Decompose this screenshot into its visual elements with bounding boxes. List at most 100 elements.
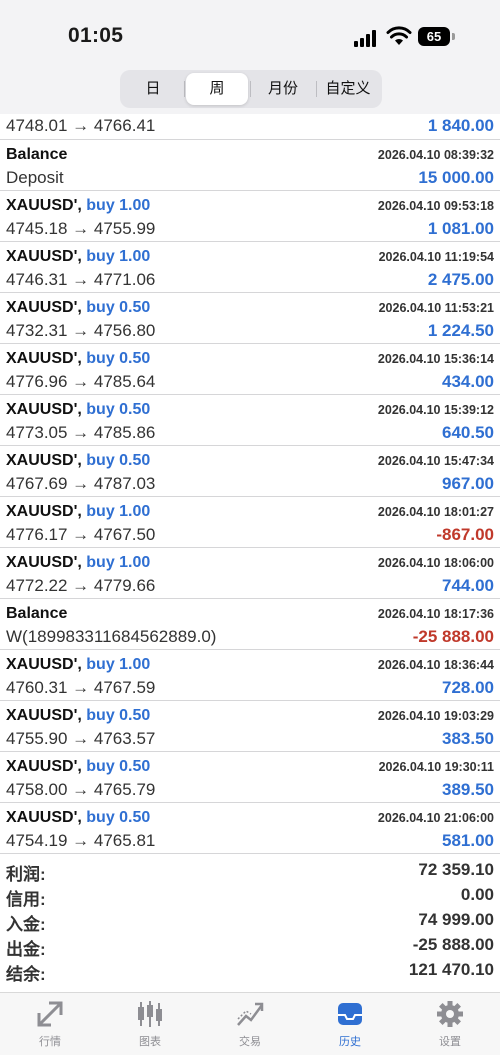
tab-label: 交易 <box>239 1036 261 1048</box>
deal-symbol: XAUUSD', <box>6 554 82 571</box>
deal-price: 4745.18 → 4755.99 <box>6 219 156 238</box>
deal-profit: 383.50 <box>442 729 494 748</box>
deal-time: 2026.04.10 09:53:18 <box>377 199 494 213</box>
deal-row[interactable]: XAUUSD', buy 1.00 2026.04.10 18:01:27 4776… <box>0 497 500 548</box>
period-tab-week[interactable]: 周 <box>186 73 248 105</box>
deal-row[interactable]: Balance 2026.04.10 08:39:32 Deposit 15 000.… <box>0 140 500 191</box>
deal-row[interactable]: XAUUSD', buy 0.50 2026.04.10 15:47:34 4767… <box>0 446 500 497</box>
summary-label: 信用: <box>6 890 46 909</box>
period-tab-month[interactable]: 月份 <box>252 73 314 105</box>
deal-title: XAUUSD', buy 1.00 <box>6 248 150 266</box>
period-tab-custom[interactable]: 自定义 <box>318 73 378 105</box>
deal-price: 4760.31 → 4767.59 <box>6 678 156 697</box>
deal-row[interactable]: XAUUSD', buy 1.00 2026.04.10 18:36:44 4760… <box>0 650 500 701</box>
deal-row[interactable]: XAUUSD', buy 1.00 2026.04.10 18:06:00 4772… <box>0 548 500 599</box>
deal-side: buy 0.50 <box>86 452 151 469</box>
tab-charts[interactable]: 图表 <box>100 993 200 1055</box>
summary-label: 入金: <box>6 915 46 934</box>
battery-icon: 65 <box>418 27 456 46</box>
deal-profit: 744.00 <box>442 576 494 595</box>
deal-profit: 581.00 <box>442 831 494 850</box>
deal-profit: -25 888.00 <box>412 627 494 646</box>
deal-title: XAUUSD', buy 1.00 <box>6 503 150 521</box>
deal-side: buy 0.50 <box>86 809 151 826</box>
deal-row[interactable]: Balance 2026.04.10 18:17:36 W(189983311684… <box>0 599 500 650</box>
deal-row[interactable]: XAUUSD', buy 0.50 2026.04.10 15:39:12 4773… <box>0 395 500 446</box>
status-bar: 01:05 65 <box>0 0 500 70</box>
tab-quotes[interactable]: 行情 <box>0 993 100 1055</box>
tab-trade[interactable]: 交易 <box>200 993 300 1055</box>
deal-profit: 15 000.00 <box>418 168 494 187</box>
summary-value: 121 470.10 <box>408 960 494 979</box>
gear-icon <box>437 1001 463 1027</box>
deal-title: Balance <box>6 605 67 623</box>
deal-price: 4776.17 → 4767.50 <box>6 525 156 544</box>
deal-symbol: XAUUSD', <box>6 452 82 469</box>
deal-time: 2026.04.10 18:06:00 <box>377 556 494 570</box>
deal-row[interactable]: XAUUSD', buy 0.50 2026.04.10 19:03:29 4755… <box>0 701 500 752</box>
deal-title: XAUUSD', buy 1.00 <box>6 554 150 572</box>
summary-label: 结余: <box>6 965 46 984</box>
deal-title: XAUUSD', buy 1.00 <box>6 656 150 674</box>
tab-history[interactable]: 历史 <box>300 993 400 1055</box>
deal-title: XAUUSD', buy 0.50 <box>6 758 150 776</box>
deal-side: buy 1.00 <box>86 503 151 520</box>
deal-title: XAUUSD', buy 0.50 <box>6 401 150 419</box>
deal-price: 4772.22 → 4779.66 <box>6 576 156 595</box>
deal-time: 2026.04.10 18:36:44 <box>377 658 494 672</box>
deal-profit: 2 475.00 <box>427 270 494 289</box>
deal-symbol: Balance <box>6 605 68 622</box>
deal-title: Balance <box>6 146 67 164</box>
summary-row: 结余: 121 470.10 <box>0 960 500 984</box>
deal-symbol: XAUUSD', <box>6 350 82 367</box>
period-tab-day[interactable]: 日 <box>124 73 182 105</box>
deal-side: buy 0.50 <box>86 707 151 724</box>
deal-price: 4748.01 → 4766.41 <box>6 116 156 135</box>
deal-title: XAUUSD', buy 0.50 <box>6 452 150 470</box>
tab-settings[interactable]: 设置 <box>400 993 500 1055</box>
summary-value: 74 999.00 <box>418 910 494 929</box>
deal-row[interactable]: 4748.01 → 4766.41 1 840.00 <box>0 114 500 140</box>
summary-value: 0.00 <box>460 885 494 904</box>
segment-divider <box>316 81 317 97</box>
deal-side: buy 0.50 <box>86 758 151 775</box>
deal-profit: -867.00 <box>436 525 494 544</box>
deal-symbol: XAUUSD', <box>6 401 82 418</box>
segment-divider <box>184 81 185 97</box>
deal-symbol: XAUUSD', <box>6 197 82 214</box>
deal-price: 4776.96 → 4785.64 <box>6 372 156 391</box>
deal-side: buy 1.00 <box>86 554 151 571</box>
deal-price: 4755.90 → 4763.57 <box>6 729 156 748</box>
deal-time: 2026.04.10 18:01:27 <box>377 505 494 519</box>
deal-time: 2026.04.10 15:47:34 <box>377 454 494 468</box>
deal-row[interactable]: XAUUSD', buy 1.00 2026.04.10 09:53:18 4745… <box>0 191 500 242</box>
summary-label: 出金: <box>6 940 46 959</box>
tab-label: 图表 <box>139 1036 161 1048</box>
period-selector-area: 日 周 月份 自定义 <box>0 70 500 114</box>
deal-row[interactable]: XAUUSD', buy 1.00 2026.04.10 11:19:54 4746… <box>0 242 500 293</box>
deal-side: buy 1.00 <box>86 656 151 673</box>
deal-side: buy 0.50 <box>86 350 151 367</box>
deal-symbol: XAUUSD', <box>6 758 82 775</box>
deal-symbol: XAUUSD', <box>6 809 82 826</box>
cellular-signal-icon <box>354 29 380 47</box>
deal-row[interactable]: XAUUSD', buy 0.50 2026.04.10 21:06:00 4754… <box>0 803 500 854</box>
deal-row[interactable]: XAUUSD', buy 0.50 2026.04.10 19:30:11 4758… <box>0 752 500 803</box>
chart-candles-icon <box>138 1001 162 1027</box>
summary-row: 出金: -25 888.00 <box>0 935 500 959</box>
tab-label: 行情 <box>39 1036 61 1048</box>
deal-row[interactable]: XAUUSD', buy 0.50 2026.04.10 15:36:14 4776… <box>0 344 500 395</box>
deal-profit: 434.00 <box>442 372 494 391</box>
deal-price: Deposit <box>6 168 64 187</box>
deal-time: 2026.04.10 11:19:54 <box>378 250 494 264</box>
summary-value: -25 888.00 <box>412 935 494 954</box>
deal-title: XAUUSD', buy 0.50 <box>6 299 150 317</box>
deal-side: buy 1.00 <box>86 197 151 214</box>
deal-price: 4758.00 → 4765.79 <box>6 780 156 799</box>
deal-profit: 1 224.50 <box>427 321 494 340</box>
deal-symbol: XAUUSD', <box>6 299 82 316</box>
deal-row[interactable]: XAUUSD', buy 0.50 2026.04.10 11:53:21 4732… <box>0 293 500 344</box>
deal-time: 2026.04.10 19:03:29 <box>377 709 494 723</box>
summary-row: 入金: 74 999.00 <box>0 910 500 934</box>
deal-symbol: XAUUSD', <box>6 656 82 673</box>
